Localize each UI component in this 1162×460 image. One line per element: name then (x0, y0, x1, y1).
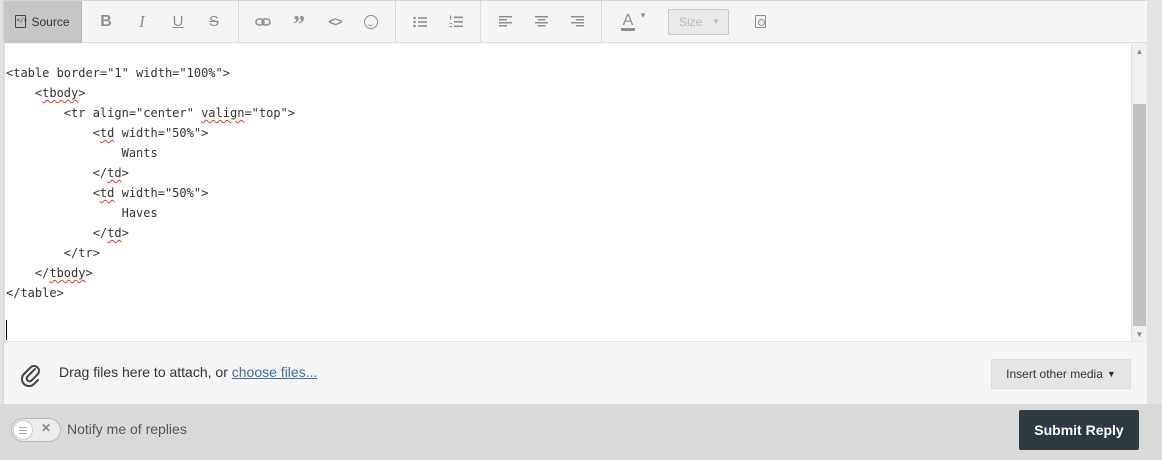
code-line: <td width="50%"> (6, 186, 209, 200)
source-icon (15, 15, 27, 28)
code-line: <td width="50%"> (6, 126, 209, 140)
code-line: </tr> (6, 246, 100, 260)
code-icon[interactable]: <> (317, 1, 353, 43)
link-icon[interactable] (245, 1, 281, 43)
text-caret (6, 320, 7, 340)
smiley-icon (364, 14, 378, 29)
align-center-icon[interactable] (523, 1, 559, 43)
text-color-button[interactable]: A (608, 1, 648, 43)
underline-icon[interactable]: U (160, 1, 196, 43)
align-left-icon[interactable] (487, 1, 523, 43)
code-line: <tbody> (6, 86, 86, 100)
source-code: <table border="1" width="100%"> <tbody> … (6, 63, 295, 303)
spelling-error: td (99, 126, 115, 140)
align-right-icon[interactable] (559, 1, 595, 43)
scroll-thumb[interactable] (1133, 104, 1146, 326)
text-color-icon: A (620, 8, 645, 31)
bulleted-list-icon[interactable] (402, 1, 438, 43)
chevron-down-icon: ▼ (712, 17, 720, 26)
smiley-icon-button[interactable] (353, 1, 389, 43)
scroll-up-icon[interactable]: ▲ (1132, 44, 1147, 58)
list-group (396, 0, 481, 43)
scroll-down-icon[interactable]: ▼ (1132, 327, 1147, 341)
editor-toolbar: Source B I U S ” <> (4, 0, 1147, 43)
numbered-list-icon[interactable] (438, 1, 474, 43)
spelling-error: valign (201, 106, 245, 120)
paperclip-icon (21, 365, 40, 387)
italic-icon[interactable]: I (124, 1, 160, 43)
spelling-error: td (99, 186, 115, 200)
spelling-error: tbody (42, 86, 79, 100)
source-code-textarea[interactable]: <table border="1" width="100%"> <tbody> … (4, 44, 1132, 341)
strikethrough-icon[interactable]: S (196, 1, 232, 43)
spelling-error: td (107, 226, 122, 240)
quote-icon[interactable]: ” (281, 1, 317, 43)
reply-editor: Source B I U S ” <> (3, 0, 1147, 404)
attachment-bar: Drag files here to attach, or choose fil… (4, 341, 1147, 404)
notify-toggle[interactable]: ✕ (11, 418, 61, 442)
insert-media-label: Insert other media (1006, 367, 1103, 381)
font-size-select[interactable]: Size ▼ (668, 8, 729, 35)
toggle-knob (13, 420, 33, 440)
code-line: <table border="1" width="100%"> (6, 66, 230, 80)
code-line: Haves (6, 206, 158, 220)
font-size-label: Size (679, 14, 703, 29)
spelling-error: td (107, 166, 122, 180)
code-line: </td> (6, 226, 129, 240)
choose-files-link[interactable]: choose files... (232, 364, 318, 380)
code-line: <tr align="center" valign="top"> (6, 106, 296, 120)
source-button[interactable]: Source (4, 0, 82, 43)
reply-footer: ✕ Notify me of replies Submit Reply (0, 404, 1162, 460)
code-line: Wants (6, 146, 158, 160)
preview-icon (754, 15, 766, 28)
caret-down-icon: ▼ (1106, 369, 1116, 379)
source-label: Source (31, 14, 70, 29)
notify-label: Notify me of replies (67, 421, 187, 437)
insert-group: ” <> (239, 0, 396, 43)
insert-media-button[interactable]: Insert other media ▼ (991, 359, 1131, 389)
code-line: </tbody> (6, 266, 93, 280)
attach-instructions: Drag files here to attach, or choose fil… (59, 364, 317, 380)
format-group: B I U S (82, 0, 239, 43)
editor-scrollbar[interactable]: ▲ ▼ (1132, 44, 1147, 341)
spelling-error: tbody (49, 266, 86, 280)
align-group (481, 0, 602, 43)
code-line: </td> (6, 166, 129, 180)
close-icon: ✕ (41, 421, 52, 435)
attach-text: Drag files here to attach, or (59, 364, 232, 380)
code-line: </table> (6, 286, 64, 300)
preview-button[interactable] (737, 1, 783, 43)
bold-icon[interactable]: B (88, 1, 124, 43)
submit-reply-button[interactable]: Submit Reply (1019, 410, 1139, 450)
